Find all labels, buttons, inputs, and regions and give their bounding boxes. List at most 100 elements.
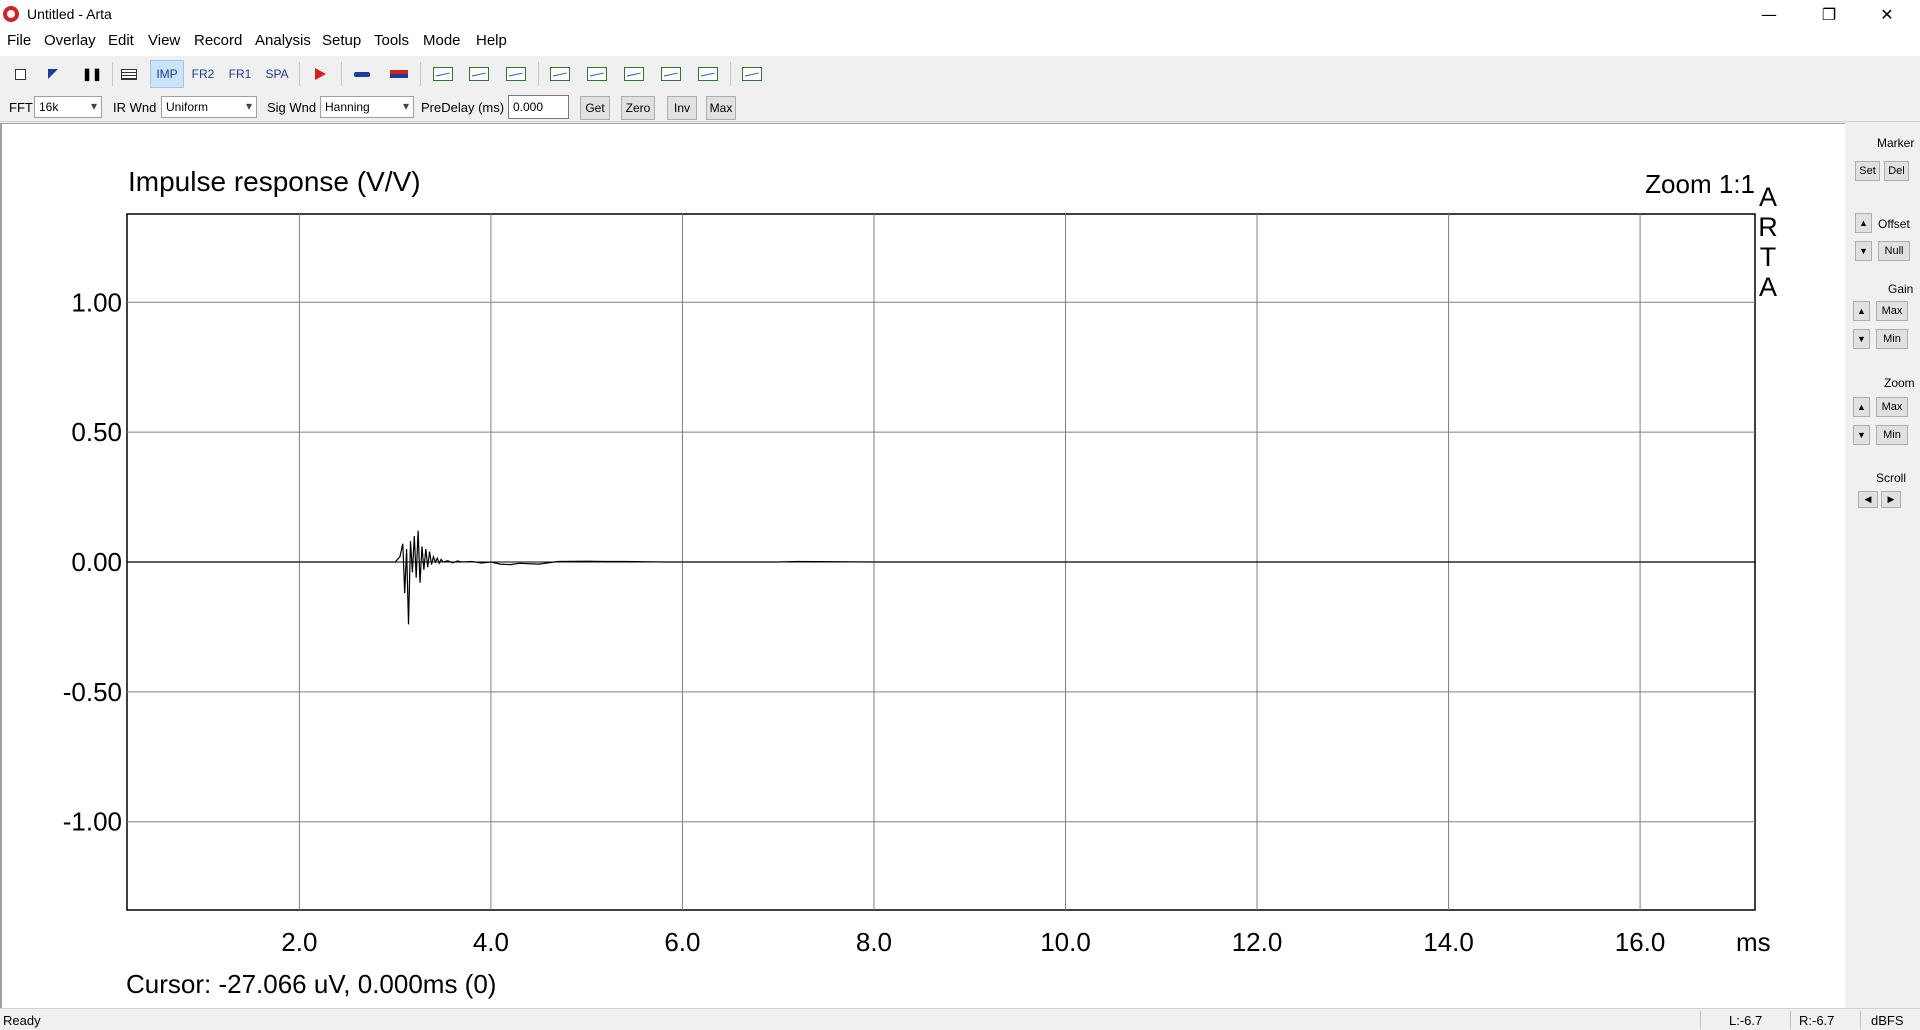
- sigwnd-select[interactable]: Hanning: [320, 96, 414, 118]
- close-icon[interactable]: ✕: [1858, 0, 1916, 28]
- gain-min-button[interactable]: Min: [1876, 329, 1908, 349]
- spa-label: SPA: [265, 67, 289, 81]
- zoom-label: Zoom: [1884, 376, 1915, 390]
- scroll-left-button[interactable]: ◀: [1858, 491, 1878, 508]
- menu-mode[interactable]: Mode: [423, 32, 461, 49]
- scroll-right-button[interactable]: ▶: [1881, 491, 1901, 508]
- menu-view[interactable]: View: [148, 32, 180, 49]
- cs-chart-button[interactable]: [656, 60, 686, 88]
- sti-chart-icon: [742, 67, 762, 81]
- x-tick-label: 10.0: [1040, 927, 1091, 957]
- etc-chart-button[interactable]: [582, 60, 612, 88]
- table-button[interactable]: [114, 60, 144, 88]
- arta-brand-letter: R: [1758, 212, 1778, 242]
- offset-label: Offset: [1878, 217, 1910, 231]
- spl-chart-button[interactable]: [464, 60, 494, 88]
- arrow-up-icon: ▲: [1857, 306, 1866, 316]
- step-chart-icon: [550, 67, 570, 81]
- new-file-button[interactable]: [5, 60, 35, 88]
- marker-set-button[interactable]: Set: [1855, 161, 1880, 181]
- spa-mode-button[interactable]: SPA: [261, 60, 293, 88]
- arrow-right-icon: ▶: [1887, 494, 1895, 504]
- fr2-label: FR2: [191, 67, 215, 81]
- imp-mode-button[interactable]: IMP: [150, 60, 184, 88]
- menu-edit[interactable]: Edit: [108, 32, 134, 49]
- minimize-icon[interactable]: —: [1740, 0, 1798, 28]
- zero-button[interactable]: Zero: [621, 96, 655, 120]
- get-button[interactable]: Get: [580, 96, 610, 120]
- gain-max-button[interactable]: Max: [1876, 301, 1908, 321]
- pfft-chart-button[interactable]: [501, 60, 531, 88]
- arrow-down-icon: ▼: [1857, 430, 1866, 440]
- arta-app-icon: [3, 6, 19, 22]
- menu-record[interactable]: Record: [194, 32, 242, 49]
- restore-icon[interactable]: ❐: [1800, 0, 1858, 28]
- fr1-label: FR1: [228, 67, 252, 81]
- menu-analysis[interactable]: Analysis: [255, 32, 311, 49]
- level-unit: dBFS: [1871, 1013, 1904, 1028]
- gain-label: Gain: [1888, 282, 1914, 296]
- status-bar: Ready L:-6.7 R:-6.7 dBFS: [0, 1008, 1920, 1030]
- bd-chart-button[interactable]: [693, 60, 723, 88]
- generator-icon: [354, 71, 370, 77]
- plot-area[interactable]: Impulse response (V/V) Zoom 1:1 Cursor: …: [0, 123, 1845, 1008]
- open-button[interactable]: [38, 60, 68, 88]
- x-axis-unit: ms: [1736, 927, 1771, 957]
- fr-chart-icon: [433, 67, 453, 81]
- irwnd-select[interactable]: Uniform: [161, 96, 257, 118]
- menu-help[interactable]: Help: [476, 32, 507, 49]
- arrow-down-icon: ▼: [1859, 246, 1868, 256]
- gain-up-button[interactable]: ▲: [1853, 301, 1870, 321]
- marker-del-button[interactable]: Del: [1884, 161, 1909, 181]
- y-tick-labels: 1.00 0.50 0.00 -0.50 -1.00: [63, 287, 122, 836]
- arta-brand: ARTA: [1758, 182, 1778, 302]
- menu-tools[interactable]: Tools: [374, 32, 409, 49]
- pause-icon: ❚❚: [81, 67, 103, 81]
- fft-select[interactable]: 16k: [34, 96, 102, 118]
- menu-overlay[interactable]: Overlay: [44, 32, 96, 49]
- spl-chart-icon: [469, 67, 489, 81]
- pfft-chart-icon: [506, 67, 526, 81]
- x-tick-label: 4.0: [473, 927, 509, 957]
- fft-label: FFT: [9, 100, 33, 115]
- open-icon: [48, 69, 58, 79]
- arta-brand-letter: A: [1759, 182, 1777, 212]
- offset-null-button[interactable]: Null: [1878, 241, 1910, 261]
- zoom-up-button[interactable]: ▲: [1853, 397, 1870, 417]
- menu-file[interactable]: File: [7, 32, 31, 49]
- offset-down-button[interactable]: ▼: [1855, 241, 1872, 261]
- x-tick-label: 8.0: [856, 927, 892, 957]
- step-chart-button[interactable]: [545, 60, 575, 88]
- fr-chart-button[interactable]: [428, 60, 458, 88]
- predelay-input[interactable]: 0.000: [508, 95, 569, 119]
- inv-button[interactable]: Inv: [667, 96, 697, 120]
- zoom-down-button[interactable]: ▼: [1853, 425, 1870, 445]
- level-button[interactable]: [384, 60, 414, 88]
- sti-button[interactable]: [737, 60, 767, 88]
- x-tick-label: 2.0: [281, 927, 317, 957]
- zoom-max-button[interactable]: Max: [1876, 397, 1908, 417]
- y-tick-label: 1.00: [71, 287, 122, 317]
- gain-down-button[interactable]: ▼: [1853, 329, 1870, 349]
- cs-chart-icon: [661, 67, 681, 81]
- max-button[interactable]: Max: [706, 96, 736, 120]
- fr1-mode-button[interactable]: FR1: [224, 60, 256, 88]
- arrow-up-icon: ▲: [1857, 402, 1866, 412]
- arrow-left-icon: ◀: [1864, 494, 1872, 504]
- pause-button[interactable]: ❚❚: [77, 60, 107, 88]
- sigwnd-label: Sig Wnd: [267, 100, 317, 115]
- toolbar: ❚❚ IMP FR2 FR1 SPA: [0, 56, 1920, 92]
- generator-button[interactable]: [347, 60, 377, 88]
- zoom-min-button[interactable]: Min: [1876, 425, 1908, 445]
- fr2-mode-button[interactable]: FR2: [187, 60, 219, 88]
- x-tick-label: 14.0: [1423, 927, 1474, 957]
- offset-up-button[interactable]: ▲: [1855, 213, 1872, 233]
- options-bar: FFT 16k IR Wnd Uniform Sig Wnd Hanning P…: [0, 92, 1920, 122]
- x-tick-label: 12.0: [1232, 927, 1283, 957]
- record-button[interactable]: [305, 60, 335, 88]
- impulse-response-chart[interactable]: Impulse response (V/V) Zoom 1:1 Cursor: …: [2, 124, 1845, 1008]
- rev-chart-button[interactable]: [619, 60, 649, 88]
- x-tick-labels: 2.0 4.0 6.0 8.0 10.0 12.0 14.0 16.0: [281, 927, 1665, 957]
- menu-setup[interactable]: Setup: [322, 32, 361, 49]
- y-tick-label: 0.50: [71, 417, 122, 447]
